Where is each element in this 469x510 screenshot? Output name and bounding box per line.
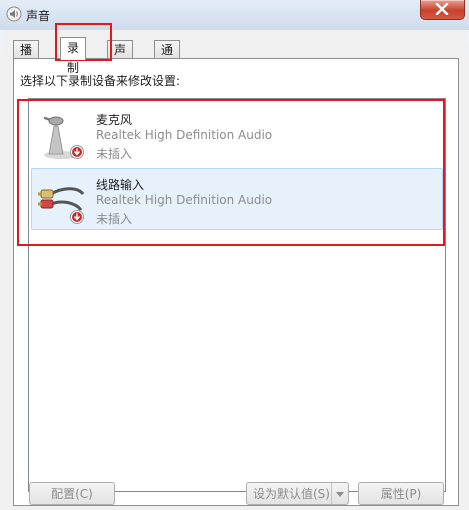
- tab-sounds[interactable]: 声音: [107, 40, 134, 75]
- properties-button[interactable]: 属性(P): [358, 482, 444, 505]
- device-list[interactable]: 麦克风 Realtek High Definition Audio 未插入 线路…: [28, 98, 446, 492]
- set-default-label: 设为默认值(S): [253, 487, 330, 501]
- tab-recording[interactable]: 录制: [60, 37, 87, 75]
- tab-communications[interactable]: 通信: [154, 40, 181, 75]
- set-default-button[interactable]: 设为默认值(S): [246, 482, 349, 505]
- list-item-line-in[interactable]: 线路输入 Realtek High Definition Audio 未插入: [31, 168, 443, 230]
- device-name: 麦克风: [96, 113, 133, 127]
- chevron-down-icon[interactable]: [331, 483, 348, 504]
- instruction-text: 选择以下录制设备来修改设置:: [20, 74, 181, 88]
- list-item-microphone[interactable]: 麦克风 Realtek High Definition Audio 未插入: [31, 103, 443, 165]
- device-status: 未插入: [96, 147, 133, 161]
- speaker-icon: [6, 6, 22, 22]
- configure-button[interactable]: 配置(C): [29, 482, 115, 505]
- device-status: 未插入: [96, 212, 133, 226]
- title-bar: 声音: [0, 0, 469, 30]
- sound-dialog: 声音 播放 录制 声音 通信 选择以下录制设备来修改设置:: [0, 0, 469, 510]
- close-button[interactable]: [420, 0, 465, 20]
- close-icon: [435, 3, 449, 15]
- line-in-cable-icon: [38, 187, 85, 224]
- recording-panel: 选择以下录制设备来修改设置: 麦克风 Realtek High Definiti…: [13, 58, 459, 506]
- device-description: Realtek High Definition Audio: [96, 193, 273, 207]
- dialog-content: 播放 录制 声音 通信 选择以下录制设备来修改设置:: [3, 30, 466, 510]
- device-description: Realtek High Definition Audio: [96, 128, 273, 142]
- window-title: 声音: [26, 9, 51, 23]
- device-name: 线路输入: [96, 178, 145, 192]
- tab-playback[interactable]: 播放: [13, 40, 40, 75]
- microphone-icon: [43, 116, 84, 159]
